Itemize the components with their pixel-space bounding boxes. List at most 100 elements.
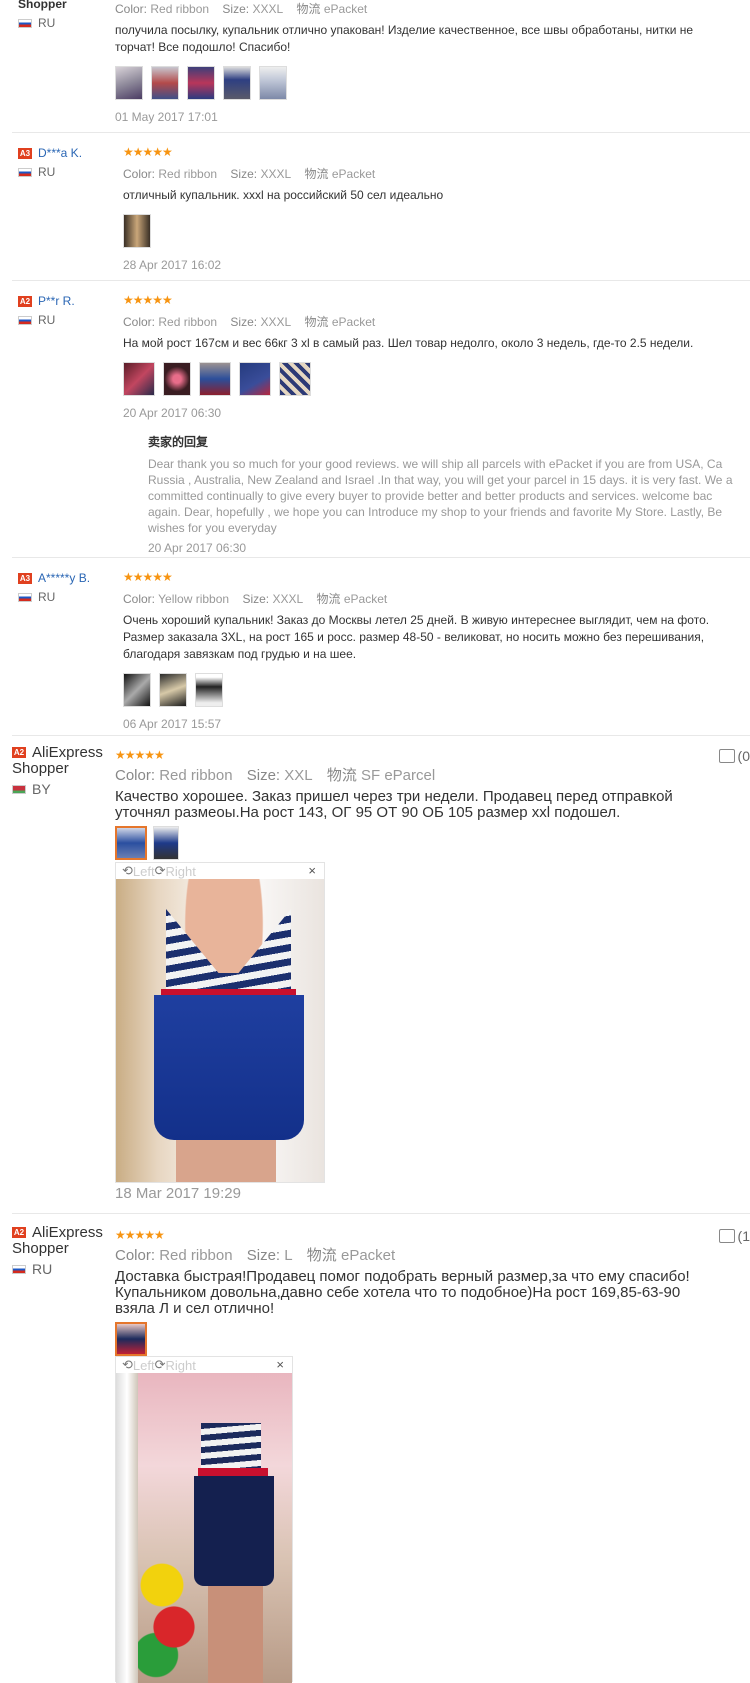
reviewer-country: RU: [12, 1261, 122, 1277]
color-value: Red ribbon: [150, 2, 210, 16]
shipping-label: 物流: [306, 1247, 337, 1264]
color-label: Color:: [115, 1247, 156, 1264]
rotate-left-label[interactable]: Left: [133, 864, 155, 879]
rotate-right-icon[interactable]: ⟳: [155, 863, 166, 879]
seller-reply-date: 20 Apr 2017 06:30: [148, 541, 247, 555]
review-body: ★★★★★ Color: Red ribbon Size: L 物流 ePack…: [115, 1224, 750, 1356]
review-photo-thumb[interactable]: [123, 362, 155, 396]
country-code: BY: [32, 781, 51, 797]
flag-by-icon: [12, 784, 26, 794]
rotate-left-icon[interactable]: ⟲: [122, 1357, 133, 1373]
review-photo-thumb[interactable]: [153, 826, 179, 860]
reviewer-name[interactable]: AliExpress: [32, 744, 103, 761]
reviewer-name[interactable]: Shopper: [18, 0, 67, 11]
reply-line: wishes for you everyday: [148, 521, 277, 535]
photo-skirt: [154, 995, 304, 1140]
reviewer-country: BY: [12, 781, 122, 797]
review-photos: [123, 362, 750, 396]
rotate-right-label[interactable]: Right: [166, 1358, 196, 1373]
reviewer-country: RU: [18, 590, 118, 604]
review-photo-thumb[interactable]: [239, 362, 271, 396]
rotate-right-label[interactable]: Right: [166, 864, 196, 879]
size-label: Size:: [246, 1247, 281, 1264]
review-photo-thumb[interactable]: [195, 673, 223, 707]
rotate-left-label[interactable]: Left: [133, 1358, 155, 1373]
review-text: отличный купальник. xxxl на российский 5…: [123, 188, 444, 202]
flag-ru-icon: [18, 315, 32, 325]
close-icon[interactable]: ×: [308, 863, 316, 878]
review-photo-thumb[interactable]: [115, 66, 143, 100]
helpful-vote[interactable]: (1: [718, 1228, 750, 1244]
text-line: Очень хороший купальник! Заказ до Москвы…: [123, 613, 710, 627]
divider: [12, 735, 750, 736]
member-level-badge: A2: [12, 1226, 26, 1238]
rotate-left-icon[interactable]: ⟲: [122, 863, 133, 879]
seller-reply-title: 卖家的回复: [148, 435, 209, 449]
text-line: Купальником довольна,давно себе хотела ч…: [115, 1284, 681, 1301]
reviewer-country: RU: [18, 313, 118, 327]
review-photo-thumb[interactable]: [259, 66, 287, 100]
reviewer-name[interactable]: A*****y B.: [38, 571, 90, 585]
reviewer-info: A2 AliExpress Shopper BY: [12, 744, 122, 797]
review-text: Очень хороший купальник! Заказ до Москвы…: [123, 612, 750, 663]
review-photo-thumb[interactable]: [279, 362, 311, 396]
review-date: 06 Apr 2017 15:57: [123, 717, 222, 731]
photo-viewer: ⟲ Left ⟳ Right ×: [115, 1356, 293, 1683]
review-photo-thumb[interactable]: [159, 673, 187, 707]
reply-line: again. Dear, hopefully , we hope you can…: [148, 505, 723, 519]
divider: [12, 132, 750, 133]
country-code: RU: [38, 16, 56, 30]
size-value: XXXL: [260, 167, 292, 181]
reviewer-name[interactable]: P**r R.: [38, 294, 75, 308]
review-photo-thumb[interactable]: [187, 66, 215, 100]
shipping-label: 物流: [304, 167, 329, 181]
thumbs-up-icon[interactable]: [718, 1229, 735, 1243]
seller-reply-text: Dear thank you so much for your good rev…: [148, 456, 748, 536]
photo-viewer-toolbar: ⟲ Left ⟳ Right ×: [116, 863, 324, 879]
rating-stars: ★★★★★: [123, 145, 173, 159]
rating-stars: ★★★★★: [123, 570, 173, 584]
size-label: Size:: [222, 2, 250, 16]
reviewer-name[interactable]: D***a K.: [38, 146, 82, 160]
review-photo-thumb[interactable]: [123, 673, 151, 707]
color-value: Red ribbon: [158, 167, 218, 181]
reviewer-country: RU: [18, 165, 118, 179]
thumbs-up-icon[interactable]: [718, 749, 735, 763]
close-icon[interactable]: ×: [276, 1357, 284, 1372]
country-code: RU: [38, 165, 56, 179]
flag-ru-icon: [18, 18, 32, 28]
color-label: Color:: [115, 2, 148, 16]
review-photo-thumb[interactable]: [123, 214, 151, 248]
size-label: Size:: [242, 592, 270, 606]
rating-stars: ★★★★★: [115, 1228, 165, 1242]
review-photo-thumb[interactable]: [163, 362, 191, 396]
review-text: На мой рост 167см и вес 66кг 3 xl в самы…: [123, 336, 694, 350]
size-value: XXXL: [252, 2, 284, 16]
shipping-value: ePacket: [340, 1247, 396, 1264]
photo-stripes: [201, 1423, 261, 1468]
review-text: Качество хорошее. Заказ пришел через три…: [115, 789, 750, 821]
country-code: RU: [38, 590, 56, 604]
divider: [12, 1213, 750, 1214]
review-photo-thumb[interactable]: [199, 362, 231, 396]
review-photo-thumb[interactable]: [223, 66, 251, 100]
member-level-badge: A3: [18, 147, 32, 159]
size-value: XXL: [284, 767, 313, 784]
review-text: Доставка быстрая!Продавец помог подобрат…: [115, 1269, 750, 1317]
review-meta: Color: Red ribbon Size: XXXL 物流 ePacket: [123, 313, 750, 330]
reply-line: Dear thank you so much for your good rev…: [148, 457, 723, 471]
color-value: Red ribbon: [159, 767, 233, 784]
text-line: Размер заказала 3XL, на рост 165 и росс.…: [123, 630, 705, 644]
review-photo-thumb-selected[interactable]: [115, 826, 147, 860]
shipping-label: 物流: [326, 767, 357, 784]
review-photo-thumb[interactable]: [151, 66, 179, 100]
reviewer-name[interactable]: AliExpress: [32, 1224, 103, 1241]
review-photo-thumb-selected[interactable]: [115, 1322, 147, 1356]
rating-stars: ★★★★★: [115, 748, 165, 762]
shipping-value: ePacket: [331, 167, 376, 181]
helpful-vote[interactable]: (0: [718, 748, 750, 764]
member-level-badge: A2: [12, 746, 26, 758]
rotate-right-icon[interactable]: ⟳: [155, 1357, 166, 1373]
review-photos: [115, 826, 750, 860]
review-date: 28 Apr 2017 16:02: [123, 258, 222, 272]
